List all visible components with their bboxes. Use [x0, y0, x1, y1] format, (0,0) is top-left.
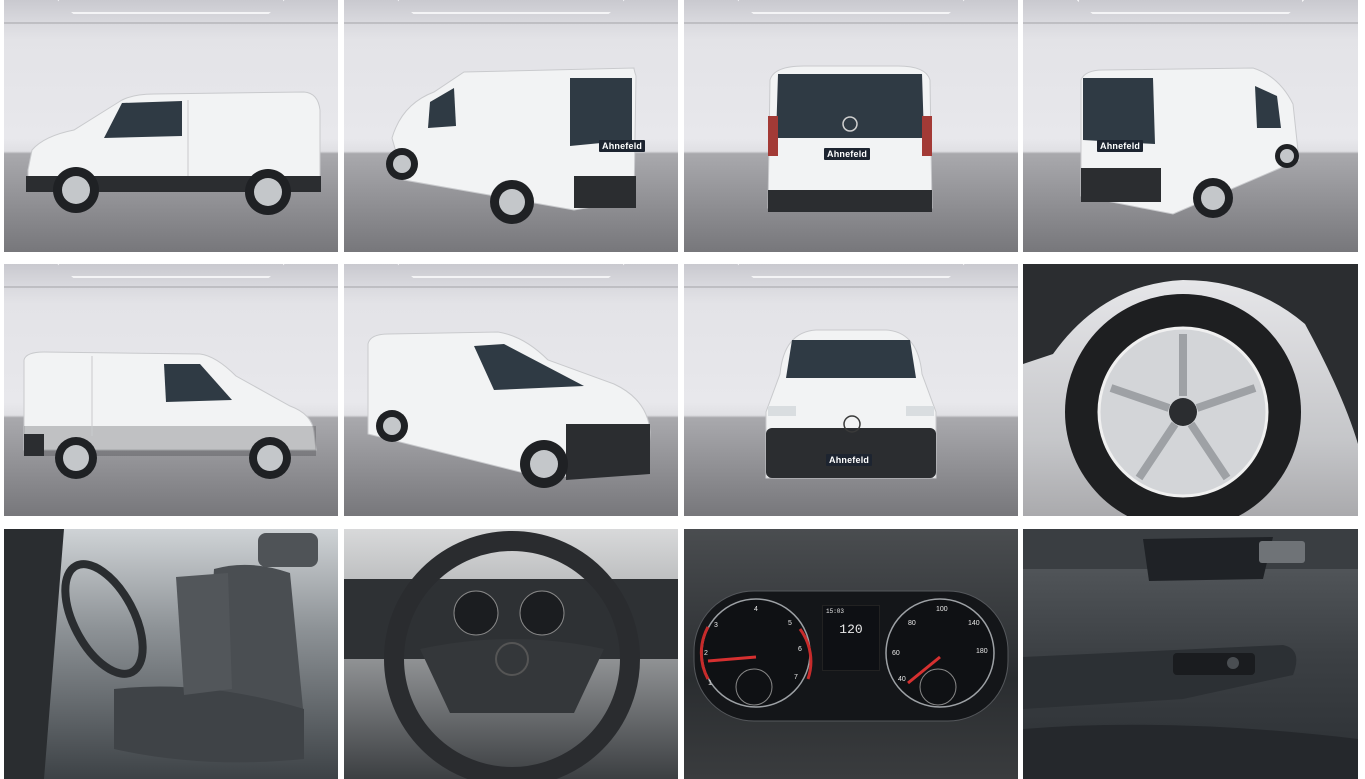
gallery-photo-side-right[interactable]	[4, 264, 338, 516]
van-front-illustration	[765, 329, 937, 479]
svg-text:3: 3	[714, 622, 718, 629]
wheel-hubcap-illustration	[1023, 264, 1358, 516]
dealer-plate: Ahnefeld	[1097, 140, 1144, 152]
van-rear-right-illustration	[1080, 67, 1300, 218]
cluster-display: 15:03 120	[822, 605, 880, 671]
cluster-distance: 120	[839, 622, 863, 637]
dealer-plate: Ahnefeld	[826, 454, 873, 466]
svg-text:7: 7	[794, 674, 798, 681]
svg-text:100: 100	[936, 606, 948, 613]
gallery-photo-front-seats[interactable]	[4, 529, 338, 779]
svg-text:140: 140	[968, 620, 980, 627]
gallery-photo-wheel-hubcap[interactable]	[1023, 264, 1358, 516]
steering-wheel-illustration	[344, 531, 678, 779]
svg-text:2: 2	[704, 650, 708, 657]
gallery-photo-side-left[interactable]	[4, 0, 338, 252]
van-side-right-illustration	[23, 351, 317, 479]
cluster-time: 15:03	[826, 608, 845, 615]
van-rear-illustration	[767, 65, 933, 212]
van-side-left-illustration	[26, 91, 321, 215]
door-panel-illustration	[1023, 529, 1358, 779]
gallery-photo-rear-three-quarter-left[interactable]: Ahnefeld	[344, 0, 678, 252]
svg-text:60: 60	[892, 650, 900, 657]
svg-text:80: 80	[908, 620, 916, 627]
gallery-photo-front-three-quarter-right[interactable]	[344, 264, 678, 516]
dealer-plate: Ahnefeld	[824, 148, 871, 160]
gallery-photo-steering-wheel[interactable]	[344, 529, 678, 779]
image-gallery-grid: Ahnefeld Ahnefeld Ahnefeld Ahnefeld 3 4 …	[0, 0, 1365, 779]
gallery-photo-front[interactable]: Ahnefeld	[684, 264, 1018, 516]
svg-text:4: 4	[754, 606, 758, 613]
svg-text:6: 6	[798, 646, 802, 653]
seats-illustration	[4, 529, 318, 779]
svg-text:5: 5	[788, 620, 792, 627]
dealer-plate: Ahnefeld	[599, 140, 646, 152]
gallery-photo-instrument-cluster[interactable]: 3 4 5 6 7 2 1 80 100 140 180 60 40 15:03…	[684, 529, 1018, 779]
van-rear-left-illustration	[386, 67, 637, 224]
svg-text:40: 40	[898, 676, 906, 683]
gallery-photo-rear[interactable]: Ahnefeld	[684, 0, 1018, 252]
van-front-right-illustration	[367, 331, 651, 488]
svg-text:1: 1	[708, 680, 712, 687]
svg-text:180: 180	[976, 648, 988, 655]
gallery-photo-door-panel[interactable]	[1023, 529, 1358, 779]
gallery-photo-rear-three-quarter-right[interactable]: Ahnefeld	[1023, 0, 1358, 252]
